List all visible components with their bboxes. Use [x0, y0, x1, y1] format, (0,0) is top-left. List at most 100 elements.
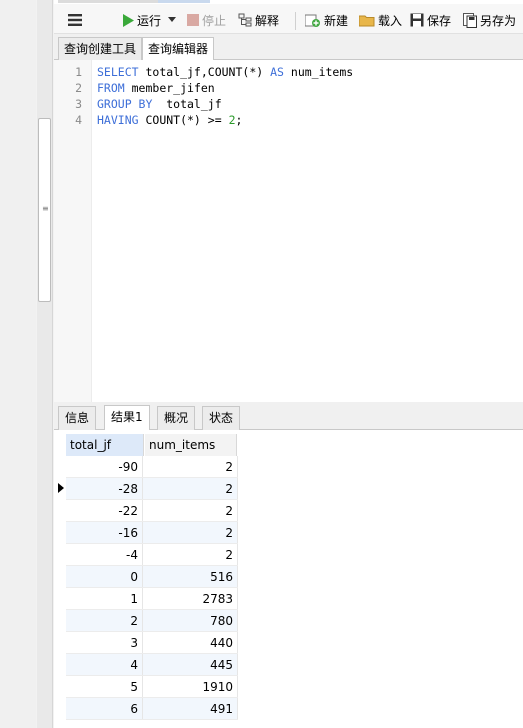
sql-number: 2: [228, 113, 236, 127]
run-label: 运行: [137, 13, 162, 28]
cell-num-items[interactable]: 2: [145, 544, 238, 566]
table-row[interactable]: -16 2: [66, 522, 238, 544]
cell-total-jf[interactable]: 0: [66, 566, 143, 588]
cell-num-items[interactable]: 2783: [145, 588, 238, 610]
new-icon: [305, 14, 320, 27]
table-row[interactable]: 3 440: [66, 632, 238, 654]
window-tab-strip: [58, 0, 158, 3]
grip-icon: ≡: [42, 204, 49, 213]
cell-total-jf[interactable]: 2: [66, 610, 143, 632]
line-number: 3: [75, 97, 82, 111]
result-grid[interactable]: total_jf num_items -90 2 -28 2 -22 2 -16 2 -4 2 0 5…: [54, 430, 523, 728]
table-row[interactable]: 2 780: [66, 610, 238, 632]
cell-total-jf[interactable]: -28: [66, 478, 143, 500]
line-number-gutter: 1 2 3 4: [54, 60, 92, 402]
left-scrollbar-thumb[interactable]: ≡: [38, 118, 51, 302]
table-row[interactable]: -4 2: [66, 544, 238, 566]
run-button[interactable]: 运行: [122, 10, 177, 30]
save-as-label: 另存为: [480, 13, 517, 28]
cell-num-items[interactable]: 2: [145, 522, 238, 544]
table-row[interactable]: 1 2783: [66, 588, 238, 610]
cell-total-jf[interactable]: 3: [66, 632, 143, 654]
cell-num-items[interactable]: 780: [145, 610, 238, 632]
load-button[interactable]: 载入: [359, 10, 402, 30]
cell-num-items[interactable]: 445: [145, 654, 238, 676]
cell-num-items[interactable]: 491: [145, 698, 238, 720]
sql-text: total_jf: [152, 97, 222, 111]
left-panel: [0, 0, 36, 728]
sql-keyword: HAVING: [97, 113, 139, 127]
editor-tab-bar: 查询创建工具 查询编辑器: [54, 34, 523, 61]
sql-keyword: FROM: [97, 81, 125, 95]
save-button[interactable]: 保存: [410, 10, 451, 30]
cell-total-jf[interactable]: 5: [66, 676, 143, 698]
tab-profile[interactable]: 概况: [157, 406, 196, 430]
window-tab-active[interactable]: [158, 0, 210, 3]
left-scrollbar-track[interactable]: [37, 0, 53, 728]
play-icon: [123, 13, 134, 27]
table-row[interactable]: 5 1910: [66, 676, 238, 698]
cell-total-jf[interactable]: -90: [66, 456, 143, 478]
line-number: 2: [75, 81, 82, 95]
table-row[interactable]: -22 2: [66, 500, 238, 522]
sql-text: member_jifen: [124, 81, 215, 95]
line-number: 4: [75, 113, 82, 127]
tab-info[interactable]: 信息: [58, 406, 97, 430]
sql-line: HAVING COUNT(*) >= 2;: [97, 113, 242, 127]
cell-num-items[interactable]: 1910: [145, 676, 238, 698]
tab-result1[interactable]: 结果1: [104, 405, 150, 430]
cell-total-jf[interactable]: 1: [66, 588, 143, 610]
tab-query-builder[interactable]: 查询创建工具: [58, 37, 143, 60]
new-label: 新建: [324, 13, 349, 28]
sql-line: GROUP BY total_jf: [97, 97, 222, 111]
sql-editor[interactable]: 1 2 3 4 SELECT total_jf,COUNT(*) AS num_…: [54, 60, 523, 402]
cell-total-jf[interactable]: -16: [66, 522, 143, 544]
cell-num-items[interactable]: 2: [145, 500, 238, 522]
save-as-icon: [463, 12, 477, 28]
sql-text: num_items: [283, 65, 354, 79]
cell-total-jf[interactable]: 6: [66, 698, 143, 720]
explain-button[interactable]: 解释: [238, 10, 279, 30]
current-row-indicator-icon: [58, 483, 64, 493]
cell-total-jf[interactable]: -22: [66, 500, 143, 522]
toolbar-divider: [295, 12, 296, 30]
sql-line: FROM member_jifen: [97, 81, 215, 95]
dropdown-arrow-icon[interactable]: [168, 17, 177, 23]
column-header-num-items[interactable]: num_items: [145, 434, 237, 456]
table-row[interactable]: 4 445: [66, 654, 238, 676]
toolbar: 运行 停止 解释 新建 载入 保存 另存为: [54, 4, 523, 34]
sql-text: total_jf,COUNT(*): [138, 65, 271, 79]
cell-num-items[interactable]: 516: [145, 566, 238, 588]
line-number: 1: [75, 65, 82, 79]
result-tab-bar: 信息 结果1 概况 状态: [54, 402, 523, 430]
cell-num-items[interactable]: 440: [145, 632, 238, 654]
stop-icon: [187, 14, 199, 26]
new-button[interactable]: 新建: [305, 10, 348, 30]
table-row[interactable]: 0 516: [66, 566, 238, 588]
save-as-button[interactable]: 另存为: [463, 10, 516, 30]
tab-status[interactable]: 状态: [202, 406, 241, 430]
sql-text: COUNT(*) >=: [138, 113, 229, 127]
sql-text: ;: [235, 113, 243, 127]
menu-button[interactable]: [68, 10, 82, 30]
save-label: 保存: [427, 13, 452, 28]
load-label: 载入: [378, 13, 403, 28]
cell-num-items[interactable]: 2: [145, 478, 238, 500]
row-divider: [66, 719, 238, 720]
table-row[interactable]: -90 2: [66, 456, 238, 478]
explain-icon: [238, 13, 252, 27]
save-icon: [410, 13, 424, 27]
column-header-total-jf[interactable]: total_jf: [66, 434, 144, 456]
cell-num-items[interactable]: 2: [145, 456, 238, 478]
sql-line: SELECT total_jf,COUNT(*) AS num_items: [97, 65, 353, 79]
cell-total-jf[interactable]: -4: [66, 544, 143, 566]
explain-label: 解释: [255, 13, 280, 28]
table-row[interactable]: 6 491: [66, 698, 238, 720]
folder-icon: [359, 15, 375, 26]
cell-total-jf[interactable]: 4: [66, 654, 143, 676]
stop-button[interactable]: 停止: [187, 10, 226, 30]
stop-label: 停止: [202, 13, 227, 28]
tab-query-editor[interactable]: 查询编辑器: [142, 37, 215, 61]
table-row[interactable]: -28 2: [66, 478, 238, 500]
hamburger-icon: [68, 14, 82, 26]
